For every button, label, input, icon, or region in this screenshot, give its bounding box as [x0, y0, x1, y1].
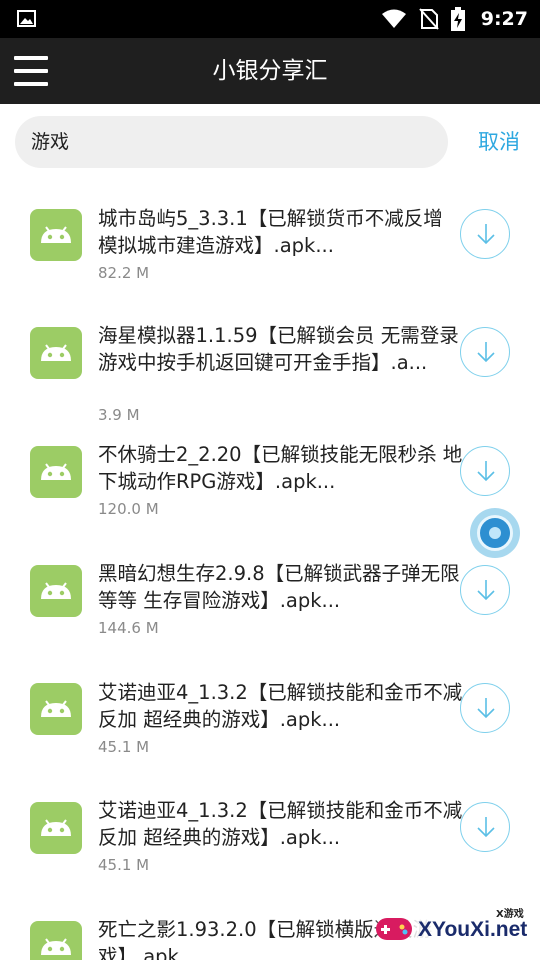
list-item[interactable]: 艾诺迪亚4_1.3.2【已解锁技能和金币不减反加 超经典的游戏】.apk... … [0, 654, 540, 772]
android-icon [30, 802, 82, 854]
clock: 9:27 [480, 8, 528, 30]
android-icon [30, 446, 82, 498]
android-icon [30, 683, 82, 735]
download-arrow-icon [477, 224, 495, 245]
search-box[interactable] [15, 116, 448, 168]
download-button[interactable] [460, 327, 510, 377]
download-button[interactable] [460, 446, 510, 496]
download-button[interactable] [460, 802, 510, 852]
search-input[interactable] [31, 116, 431, 168]
download-button[interactable] [460, 565, 510, 615]
item-size: 144.6 M [98, 619, 159, 637]
item-size: 45.1 M [98, 856, 150, 874]
no-sim-icon [418, 8, 439, 30]
status-bar: 9:27 [0, 0, 540, 38]
wifi-icon [381, 9, 406, 28]
download-arrow-icon [477, 580, 495, 601]
app-title: 小银分享汇 [212, 58, 328, 84]
cancel-button[interactable]: 取消 [478, 126, 520, 156]
watermark-text: XYouXi.net [418, 918, 528, 941]
list-item[interactable]: 城市岛屿5_3.3.1【已解锁货币不减反增 模拟城市建造游戏】.apk... 8… [0, 180, 540, 298]
floating-button-icon [477, 515, 513, 551]
search-row: 取消 [0, 104, 540, 180]
watermark: X游戏 XYouXi.net [366, 902, 540, 960]
android-icon [30, 327, 82, 379]
item-title: 城市岛屿5_3.3.1【已解锁货币不减反增 模拟城市建造游戏】.apk... [98, 207, 443, 257]
list-item[interactable]: 不休骑士2_2.20【已解锁技能无限秒杀 地下城动作RPG游戏】.apk... … [0, 417, 540, 535]
floating-action-button[interactable] [470, 508, 520, 558]
item-title: 艾诺迪亚4_1.3.2【已解锁技能和金币不减反加 超经典的游戏】.apk... [98, 799, 463, 849]
item-title: 海星模拟器1.1.59【已解锁会员 无需登录 游戏中按手机返回键可开金手指】.a… [98, 324, 459, 374]
item-size: 82.2 M [98, 264, 150, 282]
list-item[interactable]: 海星模拟器1.1.59【已解锁会员 无需登录 游戏中按手机返回键可开金手指】.a… [0, 298, 540, 424]
gamepad-logo-icon [376, 918, 412, 940]
item-title: 黑暗幻想生存2.9.8【已解锁武器子弹无限等等 生存冒险游戏】.apk... [98, 562, 460, 612]
android-icon [30, 565, 82, 617]
download-arrow-icon [477, 817, 495, 838]
list-item[interactable]: 艾诺迪亚4_1.3.2【已解锁技能和金币不减反加 超经典的游戏】.apk... … [0, 773, 540, 891]
app-bar: 小银分享汇 [0, 38, 540, 104]
item-title: 不休骑士2_2.20【已解锁技能无限秒杀 地下城动作RPG游戏】.apk... [98, 443, 463, 493]
android-icon [30, 209, 82, 261]
item-title: 艾诺迪亚4_1.3.2【已解锁技能和金币不减反加 超经典的游戏】.apk... [98, 681, 463, 731]
download-arrow-icon [477, 342, 495, 363]
download-button[interactable] [460, 683, 510, 733]
item-size: 120.0 M [98, 500, 159, 518]
download-arrow-icon [477, 461, 495, 482]
list-item[interactable]: 黑暗幻想生存2.9.8【已解锁武器子弹无限等等 生存冒险游戏】.apk... 1… [0, 536, 540, 654]
android-icon [30, 921, 82, 960]
download-button[interactable] [460, 209, 510, 259]
image-icon [17, 10, 36, 27]
battery-charging-icon [450, 7, 465, 31]
download-arrow-icon [477, 698, 495, 719]
item-size: 45.1 M [98, 738, 150, 756]
